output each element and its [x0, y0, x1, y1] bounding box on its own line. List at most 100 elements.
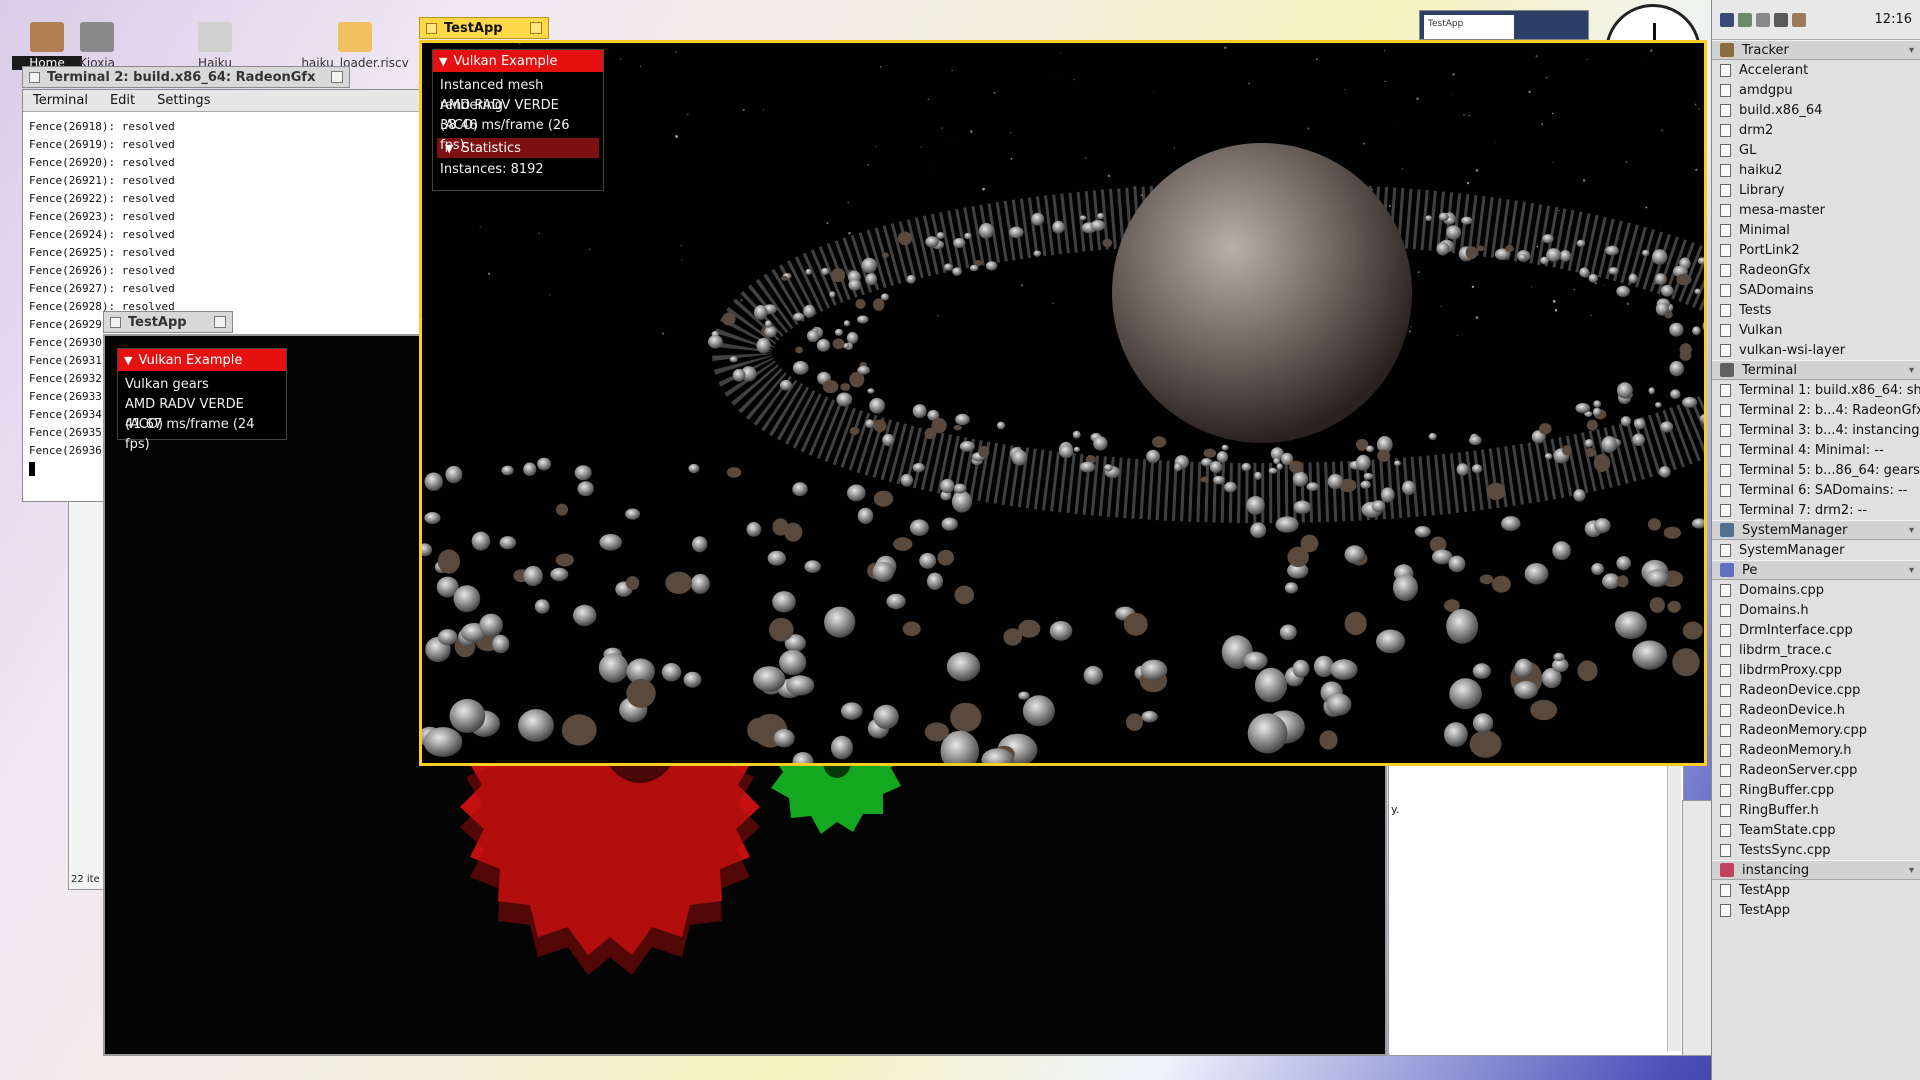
- tray-icon[interactable]: [1720, 12, 1734, 27]
- deskbar-window-item[interactable]: TestsSync.cpp: [1712, 840, 1920, 860]
- menu-edit[interactable]: Edit: [110, 93, 135, 108]
- deskbar-window-item[interactable]: RadeonMemory.cpp: [1712, 720, 1920, 740]
- asteroid-window-tab[interactable]: TestApp: [419, 17, 549, 39]
- deskbar-window-item[interactable]: RingBuffer.h: [1712, 800, 1920, 820]
- desktop-icon-haiku[interactable]: Haiku: [180, 22, 250, 70]
- zoom-button[interactable]: [214, 316, 226, 328]
- star: [1695, 168, 1698, 171]
- panel-header[interactable]: ▼ Vulkan Example: [118, 349, 286, 371]
- deskbar-window-item[interactable]: Domains.cpp: [1712, 580, 1920, 600]
- deskbar-window-item[interactable]: Accelerant: [1712, 60, 1920, 80]
- chevron-down-icon[interactable]: ▾: [1909, 525, 1914, 536]
- deskbar-app-tracker[interactable]: Tracker ▾: [1712, 40, 1920, 60]
- deskbar-window-item[interactable]: build.x86_64: [1712, 100, 1920, 120]
- deskbar-window-item[interactable]: RadeonMemory.h: [1712, 740, 1920, 760]
- deskbar-window-item[interactable]: Tests: [1712, 300, 1920, 320]
- deskbar-window-item[interactable]: libdrmProxy.cpp: [1712, 660, 1920, 680]
- overlay-panel[interactable]: ▼ Vulkan Example Vulkan gears AMD RADV V…: [117, 348, 287, 452]
- zoom-button[interactable]: [530, 22, 542, 34]
- asteroid: [534, 599, 550, 614]
- deskbar-window-item[interactable]: RingBuffer.cpp: [1712, 780, 1920, 800]
- asteroid: [806, 329, 820, 343]
- deskbar-app-terminal[interactable]: Terminal ▾: [1712, 360, 1920, 380]
- statistics-header[interactable]: ▼ Statistics: [437, 138, 599, 158]
- deskbar-window-item[interactable]: libdrm_trace.c: [1712, 640, 1920, 660]
- deskbar-window-item[interactable]: Terminal 1: build.x86_64: sh: [1712, 380, 1920, 400]
- menu-terminal[interactable]: Terminal: [33, 93, 88, 108]
- deskbar-window-item[interactable]: RadeonDevice.h: [1712, 700, 1920, 720]
- deskbar-app-instancing[interactable]: instancing ▾: [1712, 860, 1920, 880]
- deskbar-window-item[interactable]: haiku2: [1712, 160, 1920, 180]
- deskbar-window-item[interactable]: Domains.h: [1712, 600, 1920, 620]
- deskbar-window-item[interactable]: TestApp: [1712, 900, 1920, 920]
- tray-icon[interactable]: [1792, 12, 1806, 27]
- background-window-thumbnail[interactable]: TestApp: [1419, 10, 1589, 40]
- zoom-button[interactable]: [331, 71, 343, 83]
- deskbar-window-item[interactable]: PortLink2: [1712, 240, 1920, 260]
- scrollbar[interactable]: [1667, 761, 1681, 1051]
- deskbar-window-item[interactable]: mesa-master: [1712, 200, 1920, 220]
- deskbar-window-item[interactable]: RadeonServer.cpp: [1712, 760, 1920, 780]
- deskbar-window-item[interactable]: amdgpu: [1712, 80, 1920, 100]
- chevron-down-icon[interactable]: ▾: [1909, 565, 1914, 576]
- chevron-down-icon[interactable]: ▾: [1909, 45, 1914, 56]
- asteroid: [1330, 659, 1358, 680]
- tray-icon[interactable]: [1756, 12, 1770, 27]
- asteroid: [959, 441, 976, 452]
- deskbar-window-item[interactable]: Library: [1712, 180, 1920, 200]
- background-window-list[interactable]: 22 ite: [68, 470, 104, 890]
- deskbar-window-item[interactable]: drm2: [1712, 120, 1920, 140]
- asteroid: [1576, 239, 1586, 248]
- window-icon: [1720, 383, 1731, 397]
- deskbar[interactable]: 12:16 Tracker ▾ Accelerant amdgpu build.x86_…: [1711, 0, 1920, 1080]
- background-window[interactable]: y.: [1388, 760, 1684, 1056]
- chevron-down-icon[interactable]: ▾: [1909, 865, 1914, 876]
- gears-window-tab[interactable]: TestApp: [103, 311, 233, 333]
- deskbar-app-pe[interactable]: Pe ▾: [1712, 560, 1920, 580]
- deskbar-window-item[interactable]: RadeonDevice.cpp: [1712, 680, 1920, 700]
- background-window[interactable]: [1682, 800, 1712, 1056]
- asteroid: [1414, 526, 1431, 538]
- deskbar-clock[interactable]: 12:16: [1875, 12, 1912, 27]
- deskbar-app-systemmanager[interactable]: SystemManager ▾: [1712, 520, 1920, 540]
- asteroid: [950, 702, 982, 732]
- asteroid: [1676, 273, 1692, 286]
- deskbar-window-item[interactable]: RadeonGfx: [1712, 260, 1920, 280]
- star: [1173, 147, 1176, 149]
- deskbar-window-item[interactable]: Terminal 6: SADomains: --: [1712, 480, 1920, 500]
- collapse-triangle-icon[interactable]: ▼: [124, 354, 132, 367]
- collapse-triangle-icon[interactable]: ▼: [439, 55, 447, 68]
- deskbar-window-item[interactable]: Terminal 2: b...4: RadeonGfx: [1712, 400, 1920, 420]
- desktop-icon-haiku-loader[interactable]: haiku_loader.riscv: [300, 22, 410, 70]
- deskbar-window-item[interactable]: DrmInterface.cpp: [1712, 620, 1920, 640]
- deskbar-window-item[interactable]: SADomains: [1712, 280, 1920, 300]
- tray-icon[interactable]: [1774, 12, 1788, 27]
- star: [422, 81, 425, 84]
- deskbar-window-item[interactable]: GL: [1712, 140, 1920, 160]
- asteroid: [897, 231, 913, 246]
- menu-settings[interactable]: Settings: [157, 93, 210, 108]
- close-button[interactable]: [29, 72, 40, 83]
- collapse-triangle-icon[interactable]: ▼: [445, 142, 453, 155]
- deskbar-window-item[interactable]: Minimal: [1712, 220, 1920, 240]
- chevron-down-icon[interactable]: ▾: [1909, 365, 1914, 376]
- star: [982, 187, 985, 191]
- deskbar-window-item[interactable]: Terminal 7: drm2: --: [1712, 500, 1920, 520]
- deskbar-window-item[interactable]: Terminal 5: b...86_64: gears: [1712, 460, 1920, 480]
- close-button[interactable]: [110, 317, 121, 328]
- close-button[interactable]: [426, 23, 437, 34]
- asteroid-render-window[interactable]: ▼ Vulkan Example Instanced mesh renderin…: [419, 40, 1707, 766]
- asteroid: [772, 591, 796, 613]
- overlay-panel[interactable]: ▼ Vulkan Example Instanced mesh renderin…: [432, 49, 604, 191]
- deskbar-window-item[interactable]: Terminal 4: Minimal: --: [1712, 440, 1920, 460]
- tray-icon[interactable]: [1738, 12, 1752, 27]
- desktop-icon-kioxia[interactable]: Kioxia: [62, 22, 132, 70]
- deskbar-window-item[interactable]: TeamState.cpp: [1712, 820, 1920, 840]
- panel-header[interactable]: ▼ Vulkan Example: [433, 50, 603, 72]
- deskbar-window-item[interactable]: SystemManager: [1712, 540, 1920, 560]
- deskbar-window-item[interactable]: TestApp: [1712, 880, 1920, 900]
- deskbar-window-item[interactable]: Terminal 3: b...4: instancing: [1712, 420, 1920, 440]
- deskbar-window-item[interactable]: Vulkan: [1712, 320, 1920, 340]
- deskbar-window-item[interactable]: vulkan-wsi-layer: [1712, 340, 1920, 360]
- terminal-window-tab[interactable]: Terminal 2: build.x86_64: RadeonGfx: [22, 66, 350, 88]
